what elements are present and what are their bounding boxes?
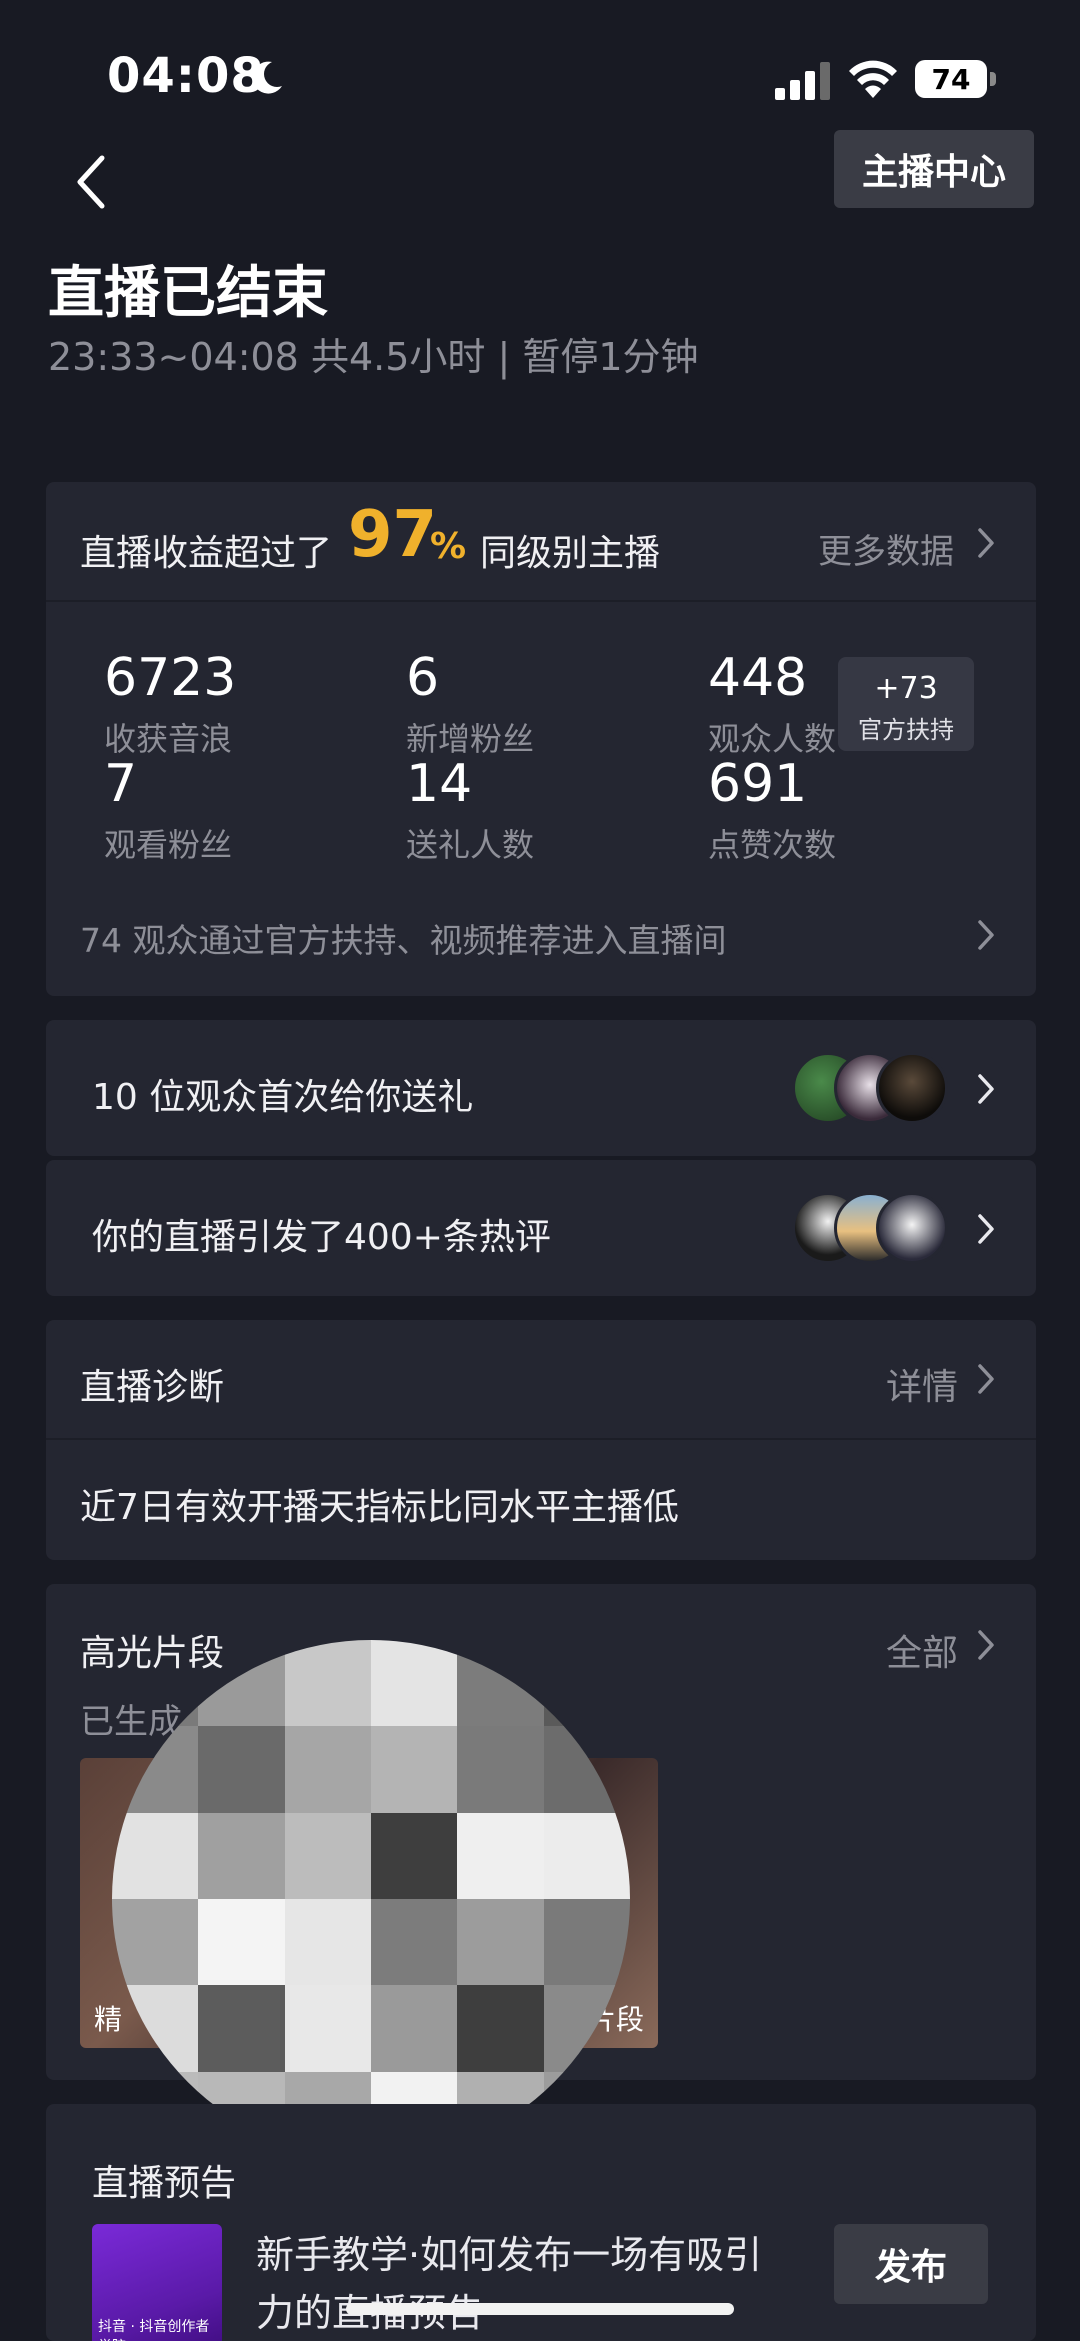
hot-comments-label: 你的直播引发了400+条热评 <box>92 1217 551 1258</box>
preview-thumb-caption: 抖音 · 抖音创作者学院 <box>98 2319 210 2341</box>
support-badge-value: +73 <box>874 671 938 706</box>
revenue-header[interactable]: 直播收益超过了 97 % 同级别主播 更多数据 <box>46 482 1036 602</box>
support-badge-label: 官方扶持 <box>858 716 954 744</box>
home-indicator[interactable] <box>346 2303 734 2315</box>
revenue-suffix: 同级别主播 <box>480 533 661 574</box>
first-gift-row[interactable]: 10 位观众首次给你送礼 <box>46 1020 1036 1156</box>
stat-value: 6723 <box>104 648 237 708</box>
stat-value: 448 <box>708 648 808 708</box>
highlight-clip-label: 精 <box>94 2003 123 2036</box>
preview-tutorial-title[interactable]: 新手教学·如何发布一场有吸引力的直播预告 <box>256 2226 786 2341</box>
diagnosis-detail-link[interactable]: 详情 <box>886 1358 958 1410</box>
more-data-link[interactable]: 更多数据 <box>818 524 954 573</box>
stat-label: 送礼人数 <box>406 826 535 864</box>
highlights-title: 高光片段 <box>80 1633 225 1674</box>
stat-label: 观看粉丝 <box>104 826 233 864</box>
chevron-right-icon <box>978 1074 994 1104</box>
stat-value: 6 <box>406 648 440 708</box>
commenter-avatars <box>792 1192 952 1264</box>
viewers-source-note[interactable]: 74 观众通过官方扶持、视频推荐进入直播间 <box>80 914 726 962</box>
battery-level: 74 <box>931 62 971 96</box>
cellular-signal-icon <box>775 62 830 100</box>
diagnosis-card: 直播诊断 详情 近7日有效开播天指标比同水平主播低 <box>46 1320 1036 1560</box>
stat-label: 点赞次数 <box>708 826 837 864</box>
stat-value: 7 <box>104 754 138 814</box>
stat-value: 691 <box>708 754 808 814</box>
preview-tutorial-thumbnail[interactable]: 抖音 · 抖音创作者学院 <box>92 2224 222 2341</box>
revenue-percent: 97 <box>348 498 438 572</box>
back-button[interactable] <box>70 150 114 214</box>
divider <box>46 1438 1036 1440</box>
publish-button[interactable]: 发布 <box>834 2224 988 2304</box>
avatar <box>876 1192 948 1264</box>
page-title: 直播已结束 <box>48 261 328 326</box>
stream-duration: 23:33~04:08 共4.5小时 | 暂停1分钟 <box>48 335 699 379</box>
chevron-right-icon <box>978 1630 994 1660</box>
wifi-icon <box>849 60 897 98</box>
battery-tip <box>990 72 996 86</box>
diagnosis-message[interactable]: 近7日有效开播天指标比同水平主播低 <box>80 1478 679 1530</box>
chevron-right-icon <box>978 1364 994 1394</box>
status-bar: 04:08 74 <box>0 0 1080 150</box>
moon-icon <box>252 61 282 94</box>
first-gift-label: 10 位观众首次给你送礼 <box>92 1077 474 1118</box>
highlights-all-link[interactable]: 全部 <box>886 1624 958 1676</box>
official-support-badge: +73 官方扶持 <box>838 657 974 751</box>
chevron-right-icon <box>978 920 994 950</box>
chevron-right-icon <box>978 528 994 558</box>
highlights-generated: 已生成 <box>80 1702 182 1742</box>
battery-icon: 74 <box>915 60 987 98</box>
hot-comments-row[interactable]: 你的直播引发了400+条热评 <box>46 1160 1036 1296</box>
avatar <box>876 1052 948 1124</box>
streamer-center-button[interactable]: 主播中心 <box>834 130 1034 208</box>
chevron-right-icon <box>978 1214 994 1244</box>
diagnosis-title: 直播诊断 <box>80 1367 225 1408</box>
revenue-percent-sign: % <box>430 526 467 567</box>
revenue-card: 直播收益超过了 97 % 同级别主播 更多数据 6723 收获音浪 6 新增粉丝… <box>46 482 1036 996</box>
stat-value: 14 <box>406 754 473 814</box>
preview-title: 直播预告 <box>92 2163 237 2204</box>
status-time: 04:08 <box>107 48 265 104</box>
gifter-avatars <box>792 1052 952 1124</box>
privacy-mosaic <box>112 1640 630 2158</box>
revenue-prefix: 直播收益超过了 <box>80 533 333 574</box>
